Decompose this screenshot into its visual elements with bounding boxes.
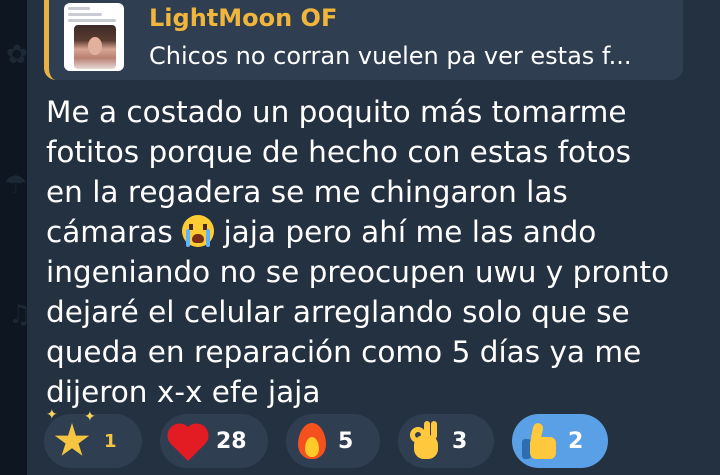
background-doodle: ☂ xyxy=(4,170,28,200)
message-line: dejaré el celular arreglando solo que se xyxy=(46,295,630,329)
heart-icon xyxy=(170,424,206,461)
thumbs-up-icon xyxy=(522,421,558,461)
message-line: ingeniando no se preocupen uwu y pronto xyxy=(46,255,670,289)
message-line: queda en reparación como 5 días ya me xyxy=(46,335,642,369)
reaction-count: 28 xyxy=(216,428,247,454)
reply-preview[interactable]: LightMoon OF Chicos no corran vuelen pa … xyxy=(44,0,683,80)
reaction-count: 5 xyxy=(338,428,354,454)
message-line: dijeron x-x efe jaja xyxy=(46,375,321,409)
reply-author-name: LightMoon OF xyxy=(149,4,338,32)
background-doodle: ✿ xyxy=(6,40,28,70)
crying-face-icon xyxy=(182,215,215,247)
reaction-count: 3 xyxy=(452,428,468,454)
reaction-ok-hand[interactable]: 3 xyxy=(398,414,494,468)
thumbnail-text-line xyxy=(68,19,116,22)
message-text: Me a costado un poquito más tomarme foti… xyxy=(46,92,706,412)
ok-hand-icon xyxy=(408,421,442,461)
thumbnail-text-line xyxy=(68,7,90,10)
message-line: cámaras jaja pero ahí me las ando xyxy=(46,212,706,252)
star-icon: ✦ ✦ xyxy=(46,407,96,461)
reaction-thumbs-up[interactable]: 2 xyxy=(512,414,608,468)
message-line: Me a costado un poquito más tomarme xyxy=(46,95,627,129)
reaction-star[interactable]: ✦ ✦ 1 xyxy=(44,407,142,468)
reaction-fire[interactable]: 5 xyxy=(286,414,380,468)
reaction-count: 2 xyxy=(568,428,584,454)
message-line: en la regadera se me chingaron las xyxy=(46,175,568,209)
fire-icon xyxy=(296,421,328,461)
message-fragment: jaja pero ahí me las ando xyxy=(214,215,597,249)
reply-thumbnail xyxy=(64,3,124,71)
message-fragment: cámaras xyxy=(46,215,183,249)
reaction-heart[interactable]: 28 xyxy=(160,414,268,468)
thumbnail-text-line xyxy=(68,13,102,16)
reply-quoted-text: Chicos no corran vuelen pa ver estas f..… xyxy=(149,42,632,70)
message-line: fotitos porque de hecho con estas fotos xyxy=(46,135,632,169)
reaction-count: 1 xyxy=(104,430,117,452)
thumbnail-face xyxy=(88,37,102,55)
